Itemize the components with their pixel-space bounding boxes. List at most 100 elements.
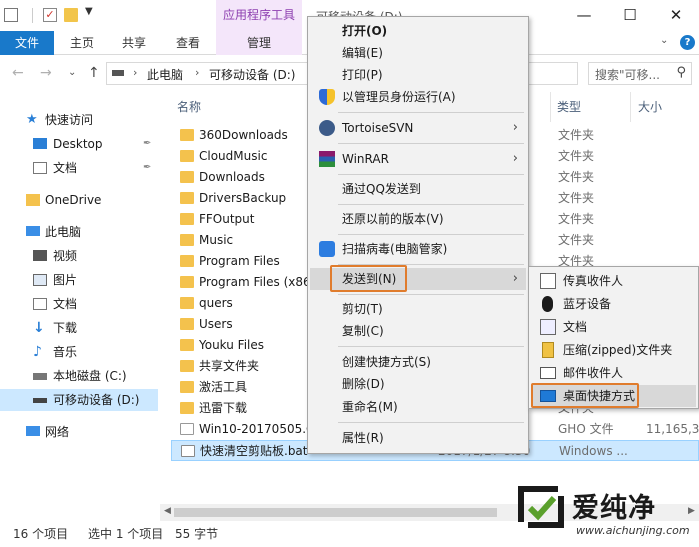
drive-icon	[112, 70, 124, 76]
back-icon[interactable]: ←	[12, 65, 24, 81]
file-name: 360Downloads	[199, 128, 288, 142]
sendto-item-fax[interactable]: 传真收件人	[531, 270, 696, 292]
menu-divider	[338, 346, 524, 347]
help-icon[interactable]: ?	[680, 35, 695, 50]
sendto-item-mail[interactable]: 邮件收件人	[531, 362, 696, 384]
column-divider[interactable]	[630, 92, 631, 122]
nav-item-pictures[interactable]: 图片	[0, 269, 158, 291]
file-name: FFOutput	[199, 212, 255, 226]
tab-share[interactable]: 共享	[122, 31, 146, 55]
nav-item-desktop[interactable]: Desktop ✒	[0, 133, 158, 155]
menu-divider	[338, 174, 524, 175]
nav-item-network[interactable]: 网络	[0, 421, 158, 443]
file-name: 迅雷下载	[199, 401, 248, 415]
nav-item-removable-drive[interactable]: 可移动设备 (D:)	[0, 389, 158, 411]
menu-item-open[interactable]: 打开(O)	[310, 20, 526, 42]
nav-item-documents-pc[interactable]: 文档	[0, 293, 158, 315]
file-name: Users	[199, 317, 233, 331]
close-button[interactable]: ✕	[653, 0, 699, 31]
documents-icon	[33, 298, 47, 310]
tab-home[interactable]: 主页	[70, 31, 94, 55]
column-header-size[interactable]: 大小	[638, 98, 662, 115]
forward-icon[interactable]: →	[40, 65, 52, 81]
menu-item-run-as-admin[interactable]: 以管理员身份运行(A)	[310, 86, 526, 108]
highlight-box	[531, 383, 639, 408]
documents-icon	[540, 319, 556, 335]
nav-item-local-disk[interactable]: 本地磁盘 (C:)	[0, 365, 158, 387]
nav-item-music[interactable]: ♪ 音乐	[0, 341, 158, 363]
breadcrumb-removable-drive[interactable]: 可移动设备 (D:)	[209, 66, 295, 83]
menu-item-properties[interactable]: 属性(R)	[310, 427, 526, 449]
sendto-item-bluetooth[interactable]: 蓝牙设备	[531, 293, 696, 315]
up-icon[interactable]: ↑	[88, 65, 100, 81]
pictures-icon	[33, 274, 47, 286]
menu-item-create-shortcut[interactable]: 创建快捷方式(S)	[310, 351, 526, 373]
pin-icon[interactable]: ✒	[143, 157, 151, 179]
menu-item-rename[interactable]: 重命名(M)	[310, 396, 526, 418]
file-name: Program Files	[199, 254, 280, 268]
scrollbar-thumb[interactable]	[174, 508, 497, 517]
search-icon: ⚲	[676, 65, 686, 80]
file-name: CloudMusic	[199, 149, 268, 163]
nav-label: 快速访问	[45, 113, 94, 127]
folder-icon	[180, 297, 194, 309]
checkbox-icon[interactable]: ✓	[43, 8, 57, 22]
recent-locations-icon[interactable]: ⌄	[68, 67, 76, 78]
tortoisesvn-icon	[319, 120, 335, 136]
nav-item-quick-access[interactable]: ★ 快速访问	[0, 109, 158, 131]
breadcrumb-this-pc[interactable]: 此电脑	[147, 66, 183, 83]
nav-item-onedrive[interactable]: OneDrive	[0, 189, 158, 211]
scroll-left-icon[interactable]: ◀	[164, 506, 171, 516]
nav-label: 图片	[53, 273, 78, 287]
pin-icon[interactable]: ✒	[143, 133, 151, 155]
search-input[interactable]: 搜索"可移... ⚲	[588, 62, 692, 85]
breadcrumb-separator: ›	[195, 66, 200, 79]
menu-item-copy[interactable]: 复制(C)	[310, 320, 526, 342]
menu-item-restore-versions[interactable]: 还原以前的版本(V)	[310, 208, 526, 230]
watermark-url: www.aichunjing.com	[576, 524, 690, 537]
file-name: DriversBackup	[199, 191, 287, 205]
file-type: 文件夹	[558, 128, 595, 142]
new-folder-icon[interactable]	[64, 8, 78, 22]
column-header-name[interactable]: 名称	[177, 98, 201, 115]
pc-manager-icon	[319, 241, 335, 257]
file-type: Windows ...	[559, 444, 628, 458]
menu-item-delete[interactable]: 删除(D)	[310, 373, 526, 395]
tab-view[interactable]: 查看	[176, 31, 200, 55]
folder-icon	[180, 234, 194, 246]
sendto-item-zip[interactable]: 压缩(zipped)文件夹	[531, 339, 696, 361]
download-icon: ↓	[33, 320, 45, 336]
customize-toolbar-icon[interactable]: ▼	[85, 6, 93, 17]
bluetooth-icon	[542, 296, 553, 312]
documents-icon	[33, 162, 47, 174]
expand-ribbon-icon[interactable]: ⌄	[660, 35, 668, 46]
minimize-button[interactable]: —	[561, 0, 607, 31]
menu-item-tortoisesvn[interactable]: TortoiseSVN ›	[310, 117, 526, 139]
menu-item-print[interactable]: 打印(P)	[310, 64, 526, 86]
folder-icon	[180, 402, 194, 414]
column-header-type[interactable]: 类型	[557, 98, 581, 115]
menu-item-send-via-qq[interactable]: 通过QQ发送到	[310, 178, 526, 200]
submenu-arrow-icon: ›	[512, 271, 518, 286]
folder-icon	[180, 129, 194, 141]
maximize-button[interactable]: ☐	[607, 0, 653, 31]
menu-item-edit[interactable]: 编辑(E)	[310, 42, 526, 64]
tab-file[interactable]: 文件	[0, 31, 54, 55]
column-divider[interactable]	[550, 92, 551, 122]
menu-item-cut[interactable]: 剪切(T)	[310, 298, 526, 320]
menu-item-scan-virus[interactable]: 扫描病毒(电脑管家)	[310, 238, 526, 260]
mail-icon	[540, 367, 556, 379]
usb-drive-icon	[33, 398, 47, 403]
file-name: Youku Files	[199, 338, 265, 352]
nav-label: 此电脑	[45, 225, 82, 239]
sendto-item-documents[interactable]: 文档	[531, 316, 696, 338]
nav-item-downloads[interactable]: ↓ 下载	[0, 317, 158, 339]
nav-item-videos[interactable]: 视频	[0, 245, 158, 267]
nav-label: 文档	[53, 297, 78, 311]
file-type: 文件夹	[558, 191, 595, 205]
properties-icon[interactable]	[4, 8, 18, 22]
nav-item-this-pc[interactable]: 此电脑	[0, 221, 158, 243]
tab-manage[interactable]: 管理	[216, 31, 302, 55]
nav-item-documents[interactable]: 文档 ✒	[0, 157, 158, 179]
menu-item-winrar[interactable]: WinRAR ›	[310, 148, 526, 170]
